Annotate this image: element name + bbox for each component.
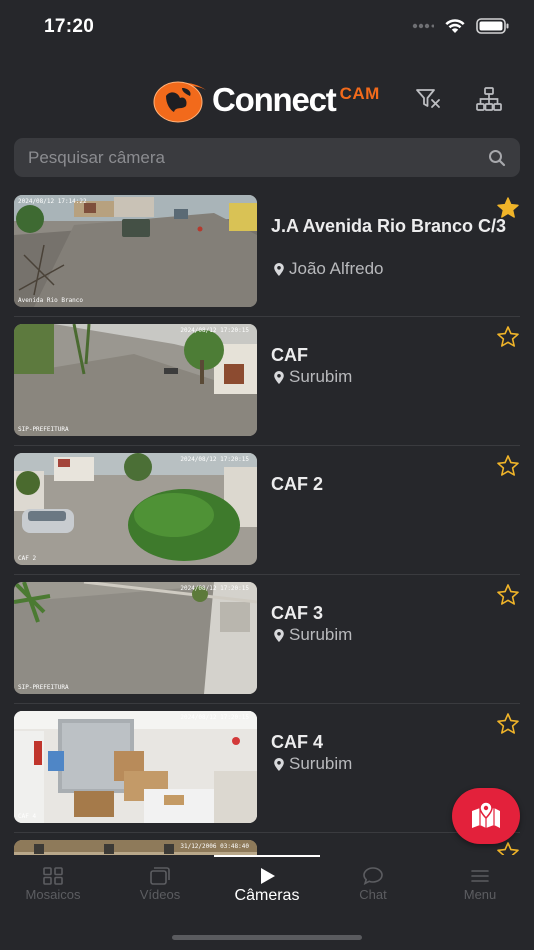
camera-location: Surubim [273, 367, 352, 387]
thumbnail-caption: CAF 2 [18, 555, 37, 562]
camera-snapshot-image [14, 195, 257, 307]
search-bar [14, 138, 520, 177]
status-bar: 17:20 [0, 0, 534, 56]
camera-name: CAF 4 [271, 732, 324, 752]
thumbnail-timestamp: 2024/08/12 17:20:15 [180, 456, 249, 463]
camera-location: Surubim [273, 625, 352, 645]
tab-label: Câmeras [234, 887, 300, 904]
play-icon [261, 868, 275, 884]
camera-name: CAF 2 [271, 474, 324, 494]
app-header: Connect CAM [0, 70, 534, 130]
thumbnail-caption: Avenida Rio Branco [18, 297, 84, 304]
camera-location-text: João Alfredo [289, 259, 384, 278]
camera-thumbnail[interactable]: 31/12/2006 03:48:40 [14, 840, 257, 855]
camera-location: Surubim [273, 754, 352, 774]
favorite-star-icon[interactable] [496, 325, 520, 349]
location-pin-icon [274, 757, 284, 771]
thumbnail-caption: CAF 4 [18, 813, 37, 820]
logo-suffix: CAM [339, 84, 380, 103]
camera-thumbnail[interactable]: 2024/08/12 17:20:15 SIP-PREFEITURA [14, 324, 257, 436]
connect-cam-logo: Connect CAM [152, 76, 380, 124]
tab-label: Chat [359, 887, 387, 902]
camera-thumbnail[interactable]: 2024/08/12 17:20:15 CAF 2 [14, 453, 257, 565]
chat-icon [363, 867, 383, 885]
camera-row[interactable]: 2024/08/12 17:20:15 CAF 2 CAF 2 [14, 446, 520, 575]
search-input[interactable] [28, 147, 488, 168]
camera-snapshot-image [14, 453, 257, 565]
thumbnail-timestamp: 31/12/2006 03:48:40 [180, 843, 249, 850]
camera-name: CAF [271, 345, 308, 365]
home-indicator [172, 935, 362, 940]
status-time: 17:20 [44, 16, 95, 37]
thumbnail-timestamp: 2024/08/12 17:14:22 [18, 198, 87, 205]
globe-logo-icon [153, 81, 206, 123]
camera-snapshot-image [14, 711, 257, 823]
camera-snapshot-image [14, 582, 257, 694]
hierarchy-button[interactable] [474, 84, 504, 114]
location-pin-icon [274, 262, 284, 276]
filter-clear-icon [416, 89, 440, 108]
tab-menu[interactable]: Menu [427, 867, 533, 902]
camera-thumbnail[interactable]: 2024/08/12 17:20:15 CAF 4 [14, 711, 257, 823]
thumbnail-timestamp: 2024/08/12 17:20:15 [180, 327, 249, 334]
map-pin-icon [472, 801, 500, 828]
logo-text: Connect [212, 81, 337, 118]
camera-location: João Alfredo [273, 259, 384, 279]
tab-videos[interactable]: Vídeos [107, 867, 213, 902]
camera-row[interactable]: 2024/08/12 17:20:15 SIP-PREFEITURA CAF S… [14, 317, 520, 446]
camera-list: 2024/08/12 17:14:22 Avenida Rio Branco J… [0, 188, 534, 855]
camera-row[interactable]: 2024/08/12 17:20:15 SIP-PREFEITURA CAF 3… [14, 575, 520, 704]
videos-icon [150, 867, 170, 885]
favorite-star-icon[interactable] [496, 712, 520, 736]
camera-snapshot-image [14, 324, 257, 436]
hierarchy-icon [476, 87, 502, 111]
camera-location-text: Surubim [289, 367, 353, 386]
battery-icon [476, 18, 509, 34]
thumbnail-caption: SIP-PREFEITURA [18, 426, 69, 433]
tab-label: Vídeos [139, 887, 181, 902]
tab-cameras[interactable]: Câmeras [214, 867, 320, 905]
camera-row[interactable]: 31/12/2006 03:48:40 [14, 833, 520, 855]
tab-chat[interactable]: Chat [320, 867, 426, 902]
active-tab-indicator [214, 855, 320, 857]
camera-row[interactable]: 2024/08/12 17:14:22 Avenida Rio Branco J… [14, 188, 520, 317]
favorite-star-icon[interactable] [496, 841, 520, 855]
map-button[interactable] [452, 788, 520, 844]
camera-location-text: Surubim [289, 754, 353, 773]
camera-name: J.A Avenida Rio Branco C/3 [271, 216, 507, 236]
camera-location-text: Surubim [289, 625, 353, 644]
menu-icon [471, 870, 489, 882]
tab-mosaicos[interactable]: Mosaicos [0, 867, 106, 902]
signal-icon [412, 23, 434, 29]
favorite-star-icon[interactable] [496, 454, 520, 478]
location-pin-icon [274, 628, 284, 642]
clear-filter-button[interactable] [413, 84, 443, 114]
tab-label: Mosaicos [25, 887, 81, 902]
wifi-icon [445, 19, 465, 33]
camera-name: CAF 3 [271, 603, 324, 623]
thumbnail-timestamp: 2024/08/12 17:20:15 [180, 585, 249, 592]
search-icon[interactable] [488, 149, 506, 167]
camera-thumbnail[interactable]: 2024/08/12 17:14:22 Avenida Rio Branco [14, 195, 257, 307]
thumbnail-timestamp: 2024/08/12 17:20:15 [180, 714, 249, 721]
tab-label: Menu [463, 887, 497, 902]
favorite-star-icon[interactable] [496, 196, 520, 220]
thumbnail-caption: SIP-PREFEITURA [18, 684, 69, 691]
camera-row[interactable]: 2024/08/12 17:20:15 CAF 4 CAF 4 Surubim [14, 704, 520, 833]
camera-thumbnail[interactable]: 2024/08/12 17:20:15 SIP-PREFEITURA [14, 582, 257, 694]
location-pin-icon [274, 370, 284, 384]
favorite-star-icon[interactable] [496, 583, 520, 607]
grid-icon [43, 867, 63, 885]
status-icons [412, 18, 510, 34]
